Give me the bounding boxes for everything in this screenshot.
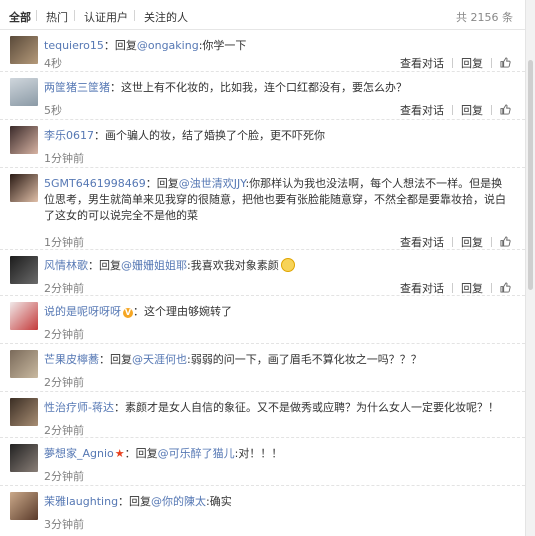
comment-text: ：回复: [103, 39, 137, 52]
comment-item: 芒果皮檸蕎：回复@天涯何也:弱弱的问一下，画了眉毛不算化妆之一吗？？？ 2分钟前: [0, 344, 525, 392]
view-dialog-button[interactable]: 查看对话: [400, 236, 444, 249]
reply-button[interactable]: 回复: [461, 282, 483, 295]
comment-filter-bar: 全部 热门 认证用户 关注的人 共 2156 条: [0, 0, 525, 30]
tab-following[interactable]: 关注的人: [144, 9, 188, 25]
mention-link[interactable]: @浊世清欢JJY: [179, 177, 246, 190]
like-thumb-icon[interactable]: [500, 236, 511, 247]
comment-text: ：回复: [145, 177, 179, 190]
reply-button[interactable]: 回复: [461, 236, 483, 249]
comment-text: ：画个骗人的妆，结了婚换了个脸，更不吓死你: [94, 129, 325, 142]
comment-username[interactable]: 5GMT6461998469: [44, 177, 146, 190]
scrollbar[interactable]: [525, 0, 535, 536]
comment-username[interactable]: 李乐0617: [44, 129, 94, 142]
mention-link[interactable]: @你的陳太: [151, 495, 206, 508]
comment-item: 5GMT6461998469：回复@浊世清欢JJY:你那样认为我也没法啊，每个人…: [0, 168, 525, 250]
reply-button[interactable]: 回复: [461, 104, 483, 117]
comment-text: ：这世上有不化妆的，比如我，连个口红都没有，要怎么办？: [110, 81, 407, 94]
comment-username[interactable]: 性治疗师-蒋达: [44, 401, 114, 414]
comment-item: tequiero15：回复@ongaking:你学一下 4秒 查看对话 回复: [0, 30, 525, 72]
avatar[interactable]: [10, 444, 38, 472]
comment-time: 1分钟前: [44, 236, 84, 249]
avatar[interactable]: [10, 174, 38, 202]
comment-username[interactable]: 夢想家_Agnio: [44, 447, 114, 460]
tab-all[interactable]: 全部: [9, 9, 31, 25]
avatar[interactable]: [10, 36, 38, 64]
scrollbar-thumb[interactable]: [528, 60, 533, 290]
comment-text: :确实: [206, 495, 232, 508]
comment-time: 3分钟前: [44, 518, 84, 531]
tab-hot[interactable]: 热门: [46, 9, 68, 25]
comment-item: 两筐猪三筐猪：这世上有不化妆的，比如我，连个口红都没有，要怎么办？ 5秒 查看对…: [0, 72, 525, 120]
comment-time: 2分钟前: [44, 328, 84, 341]
comment-item: 性治疗师-蒋达：素颜才是女人自信的象征。又不是做秀或应聘？为什么女人一定要化妆呢…: [0, 392, 525, 438]
divider: [36, 10, 37, 21]
comment-username[interactable]: 茉雅laughting: [44, 495, 118, 508]
divider: [74, 10, 75, 21]
mention-link[interactable]: @ongaking: [137, 39, 199, 52]
avatar[interactable]: [10, 78, 38, 106]
avatar[interactable]: [10, 126, 38, 154]
comment-time: 4秒: [44, 57, 62, 70]
avatar[interactable]: [10, 398, 38, 426]
comment-text: :我喜欢我对象素颜: [187, 259, 279, 272]
like-thumb-icon[interactable]: [500, 57, 511, 68]
tab-verified-users[interactable]: 认证用户: [84, 9, 128, 25]
comment-text: ：回复: [99, 353, 132, 366]
emoji-icon: [280, 258, 295, 272]
comment-text: ：素颜才是女人自信的象征。又不是做秀或应聘？为什么女人一定要化妆呢？！: [113, 401, 499, 414]
view-dialog-button[interactable]: 查看对话: [400, 282, 444, 295]
avatar[interactable]: [10, 302, 38, 330]
comment-text: ：回复: [124, 447, 158, 460]
comment-count: 共 2156 条: [456, 11, 513, 24]
comment-text: ：回复: [118, 495, 152, 508]
avatar[interactable]: [10, 256, 38, 284]
mention-link[interactable]: @姗姗姐姐耶: [121, 259, 187, 272]
reply-button[interactable]: 回复: [461, 57, 483, 70]
comment-text: ：回复: [88, 259, 121, 272]
verified-badge-icon: V: [123, 308, 133, 318]
comment-time: 2分钟前: [44, 424, 84, 437]
divider: [134, 10, 135, 21]
comment-text: :对！！！: [234, 447, 283, 460]
comment-text: :你学一下: [198, 39, 247, 52]
avatar[interactable]: [10, 492, 38, 520]
comment-item: 夢想家_Agnio★：回复@可乐醉了猫儿:对！！！ 2分钟前: [0, 438, 525, 486]
comment-time: 2分钟前: [44, 282, 84, 295]
comment-username[interactable]: 说的是呢呀呀呀: [44, 305, 121, 318]
comment-username[interactable]: 两筐猪三筐猪: [44, 81, 110, 94]
comment-item: 说的是呢呀呀呀 V ：这个理由够婉转了 2分钟前: [0, 296, 525, 344]
comment-text: ：这个理由够婉转了: [133, 305, 232, 318]
like-thumb-icon[interactable]: [500, 282, 511, 293]
comment-item: 风情林歌：回复@姗姗姐姐耶:我喜欢我对象素颜 2分钟前 查看对话 回复: [0, 250, 525, 296]
avatar[interactable]: [10, 350, 38, 378]
mention-link[interactable]: @天涯何也: [132, 353, 187, 366]
comment-username[interactable]: 芒果皮檸蕎: [44, 353, 99, 366]
comment-time: 1分钟前: [44, 152, 84, 165]
comment-time: 5秒: [44, 104, 62, 117]
comment-text: :弱弱的问一下，画了眉毛不算化妆之一吗？？？: [187, 353, 422, 366]
view-dialog-button[interactable]: 查看对话: [400, 104, 444, 117]
comment-username[interactable]: 风情林歌: [44, 259, 88, 272]
comment-time: 2分钟前: [44, 470, 84, 483]
comment-username[interactable]: tequiero15: [44, 39, 104, 52]
like-thumb-icon[interactable]: [500, 104, 511, 115]
comment-item: 茉雅laughting：回复@你的陳太:确实 3分钟前: [0, 486, 525, 536]
comment-item: 李乐0617：画个骗人的妆，结了婚换了个脸，更不吓死你 1分钟前: [0, 120, 525, 168]
view-dialog-button[interactable]: 查看对话: [400, 57, 444, 70]
star-badge-icon: ★: [114, 447, 125, 460]
comment-time: 2分钟前: [44, 376, 84, 389]
mention-link[interactable]: @可乐醉了猫儿: [158, 447, 235, 460]
